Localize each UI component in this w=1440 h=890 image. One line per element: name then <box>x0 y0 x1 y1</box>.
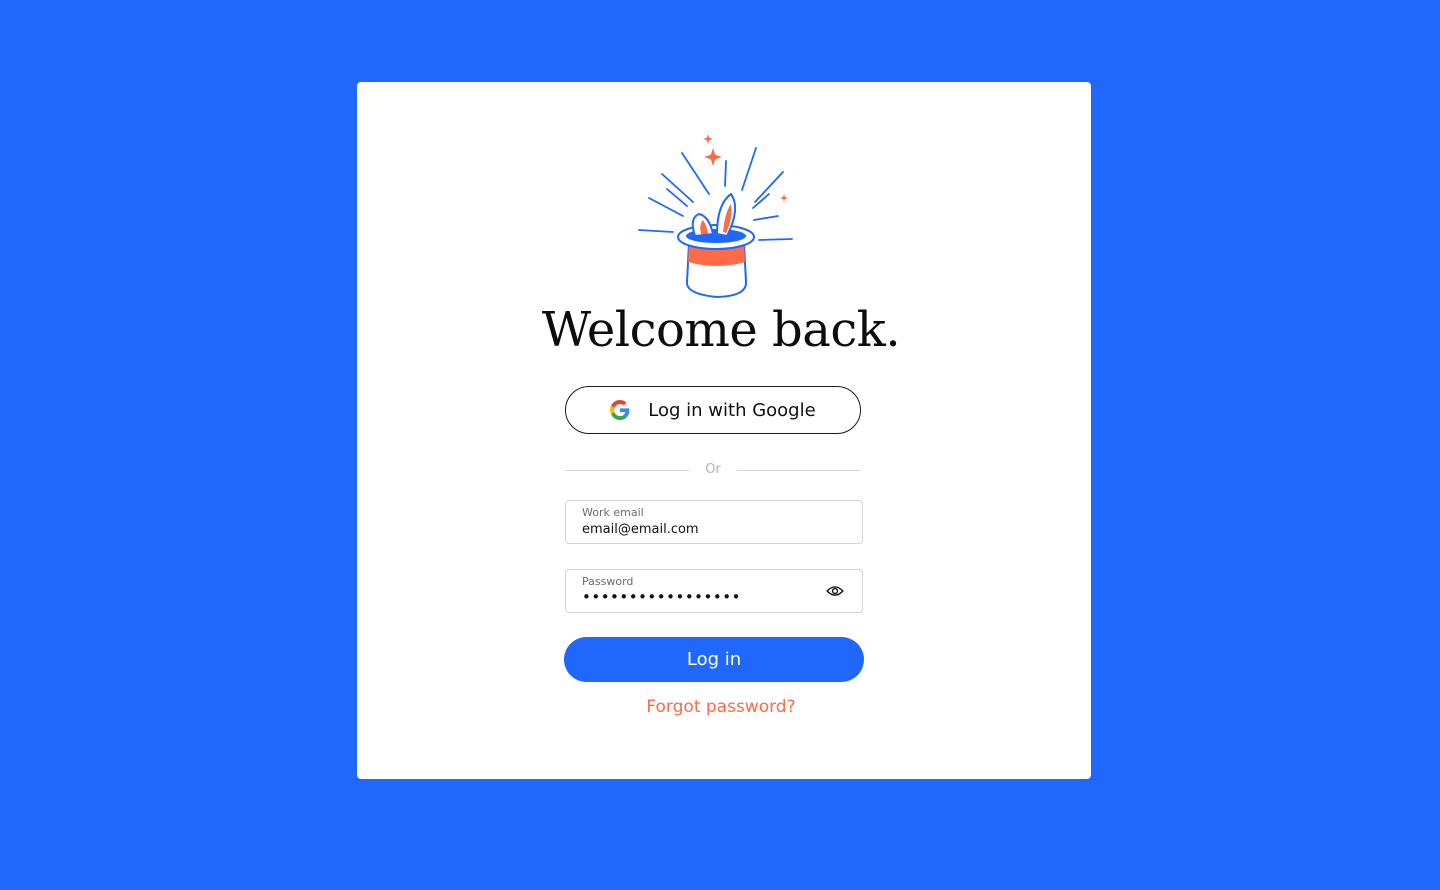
or-divider: Or <box>565 460 861 480</box>
email-field[interactable]: Work email email@email.com <box>565 500 863 544</box>
email-label: Work email <box>582 506 644 519</box>
eye-icon[interactable] <box>826 583 844 599</box>
email-value[interactable]: email@email.com <box>582 522 699 537</box>
login-button[interactable]: Log in <box>564 637 864 682</box>
google-login-label: Log in with Google <box>648 399 816 421</box>
forgot-password-link[interactable]: Forgot password? <box>357 697 1085 717</box>
login-card: Welcome back. Log in with Google Or Work… <box>357 82 1091 779</box>
password-value[interactable]: ••••••••••••••••• <box>582 588 741 606</box>
google-icon <box>610 400 630 420</box>
password-field[interactable]: Password ••••••••••••••••• <box>565 569 863 613</box>
password-label: Password <box>582 575 634 588</box>
divider-line-right <box>737 470 861 471</box>
google-login-button[interactable]: Log in with Google <box>565 386 861 434</box>
page-title: Welcome back. <box>541 302 901 358</box>
magic-hat-rabbit-icon <box>638 134 793 299</box>
